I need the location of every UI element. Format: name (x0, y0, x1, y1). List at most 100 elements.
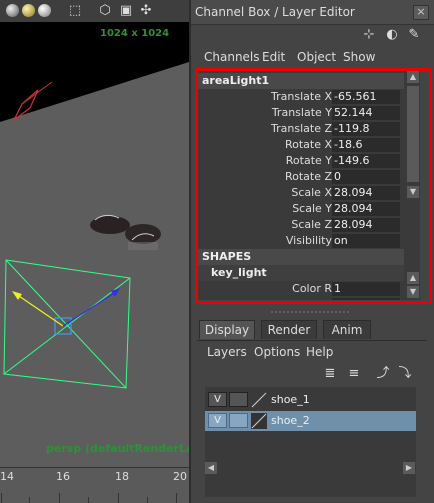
menu-channels[interactable]: Channels (204, 50, 260, 64)
close-button[interactable]: × (413, 5, 429, 20)
channel-row[interactable]: Rotate X -18.6 (196, 137, 404, 153)
ruler-number: 16 (56, 470, 70, 483)
layer-color-icon[interactable] (251, 392, 267, 408)
scroll-right-icon[interactable]: ▶ (403, 462, 415, 474)
layer-row-selected[interactable]: V shoe_2 (205, 411, 416, 431)
channel-box-layer-editor: Channel Box / Layer Editor × ⊹ ◐ ✎ Chann… (189, 0, 434, 503)
channel-value-field[interactable]: -149.6 (332, 154, 400, 168)
scroll-down-icon[interactable]: ▼ (407, 286, 419, 298)
pencil-icon[interactable]: ✎ (406, 27, 422, 43)
channel-label[interactable]: Rotate X (285, 137, 332, 153)
move-down-icon[interactable]: ⤵ (396, 365, 414, 383)
shapes-label: SHAPES (202, 250, 252, 263)
channel-value-field[interactable]: -119.8 (332, 122, 400, 136)
menu-edit[interactable]: Edit (262, 50, 285, 64)
channel-box-scrollbar[interactable]: ▲ ▼ ▲ ▼ (406, 70, 420, 300)
window-title: Channel Box / Layer Editor (195, 5, 355, 19)
channel-label[interactable]: Translate Z (271, 121, 332, 137)
channel-label[interactable]: Rotate Z (285, 169, 332, 185)
scroll-down-icon[interactable]: ▼ (407, 186, 419, 198)
channel-value-field[interactable]: 1 (332, 298, 400, 300)
tab-render[interactable]: Render (261, 320, 317, 339)
channel-value-field[interactable]: 28.094 (332, 186, 400, 200)
channel-row[interactable]: Color G1 (196, 297, 404, 300)
panel-divider[interactable] (191, 308, 434, 318)
channel-value-field[interactable]: 28.094 (332, 202, 400, 216)
title-bar[interactable]: Channel Box / Layer Editor × (191, 0, 434, 25)
top-toolbar: ⊹ ◐ ✎ (191, 24, 434, 46)
channel-value-field[interactable]: 0 (332, 170, 400, 184)
menu-layers[interactable]: Layers (207, 345, 247, 359)
visibility-toggle[interactable]: V (208, 413, 227, 428)
secondary-light-icon (13, 81, 53, 121)
scroll-up-icon[interactable]: ▲ (407, 272, 419, 284)
camera-label: persp (defaultRenderLay (46, 442, 189, 455)
layer-name: shoe_1 (271, 393, 310, 406)
channel-value-field[interactable]: -65.561 (332, 90, 400, 104)
layer-name: shoe_2 (271, 414, 310, 427)
channel-label[interactable]: Visibility (286, 233, 332, 249)
tab-anim[interactable]: Anim (323, 320, 371, 339)
channel-value-field[interactable]: on (332, 234, 400, 248)
shape-name-row[interactable]: key_light (196, 265, 404, 281)
object-name: areaLight1 (202, 74, 270, 87)
scroll-thumb[interactable] (407, 86, 419, 182)
channel-row[interactable]: Scale Y 28.094 (196, 201, 404, 217)
new-layer-icon[interactable]: ≣ (321, 365, 339, 383)
move-up-icon[interactable]: ⤴ (374, 365, 392, 383)
layer-menu-bar: Layers Options Help (191, 342, 434, 362)
channel-label[interactable]: Translate Y (272, 105, 332, 121)
object-name-row[interactable]: areaLight1 (196, 73, 404, 89)
scene-objects (3, 81, 161, 389)
scroll-left-icon[interactable]: ◀ (205, 462, 217, 474)
channel-menu-bar: Channels Edit Object Show (191, 47, 434, 67)
channel-row[interactable]: Rotate Z0 (196, 169, 404, 185)
tab-display[interactable]: Display (199, 320, 255, 339)
channel-row[interactable]: Scale X 28.094 (196, 185, 404, 201)
channel-box: areaLight1 Translate X -65.561 Translate Y… (196, 70, 420, 300)
axis-icon[interactable]: ⊹ (361, 27, 377, 43)
channel-label[interactable]: Scale Y (292, 201, 332, 217)
layer-tabs: Display Render Anim (197, 320, 427, 341)
channel-label[interactable]: Color R (292, 281, 332, 297)
channel-label[interactable]: Scale X (291, 185, 332, 201)
channel-label[interactable]: Rotate Y (286, 153, 332, 169)
channel-row[interactable]: Visibility on (196, 233, 404, 249)
ruler-number: 18 (115, 470, 129, 483)
visibility-toggle[interactable]: V (208, 392, 227, 407)
menu-object[interactable]: Object (297, 50, 336, 64)
channel-value-field[interactable]: 28.094 (332, 218, 400, 232)
channel-row[interactable]: Color R1 (196, 281, 404, 297)
menu-options[interactable]: Options (254, 345, 300, 359)
time-ruler[interactable]: 14 16 18 20 (0, 467, 189, 503)
layer-row[interactable]: V shoe_1 (205, 390, 416, 410)
ruler-number: 14 (0, 470, 14, 483)
channel-row[interactable]: Scale Z 28.094 (196, 217, 404, 233)
scroll-up-icon[interactable]: ▲ (407, 71, 419, 83)
channel-label[interactable]: Color G (291, 297, 332, 300)
template-toggle[interactable] (229, 413, 248, 428)
layer-color-icon[interactable] (251, 413, 267, 429)
shape-name: key_light (211, 266, 267, 279)
new-layer-selected-icon[interactable]: ≡ (345, 365, 363, 383)
channel-row[interactable]: Translate X -65.561 (196, 89, 404, 105)
channel-row[interactable]: Rotate Y -149.6 (196, 153, 404, 169)
ruler-number: 20 (173, 470, 187, 483)
circle-icon[interactable]: ◐ (384, 27, 400, 43)
menu-help[interactable]: Help (306, 345, 333, 359)
channel-row[interactable]: Translate Y 52.144 (196, 105, 404, 121)
shoe-models-icon (90, 214, 161, 250)
channel-label[interactable]: Scale Z (291, 217, 332, 233)
template-toggle[interactable] (229, 392, 248, 407)
channel-value-field[interactable]: -18.6 (332, 138, 400, 152)
channel-value-field[interactable]: 52.144 (332, 106, 400, 120)
layer-scrollbar[interactable]: ◀ ▶ (205, 462, 416, 474)
channel-row[interactable]: Translate Z -119.8 (196, 121, 404, 137)
layer-toolbar: ≣ ≡ ⤴ ⤵ (191, 362, 434, 386)
viewport-3d[interactable]: ⬚ ⬡ ▣ ✣ 1024 x 1024 persp (defaultRender… (0, 0, 189, 503)
menu-show[interactable]: Show (343, 50, 375, 64)
shapes-header: SHAPES (196, 249, 404, 265)
channel-value-field[interactable]: 1 (332, 282, 400, 296)
channel-label[interactable]: Translate X (271, 89, 332, 105)
layer-list: V shoe_1 V shoe_2 (205, 387, 416, 497)
